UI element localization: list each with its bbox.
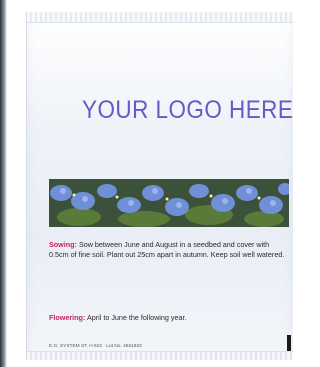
- footer-code: E.G. SYSTEM ST. H 622 · Lot.No. 4561822: [49, 344, 142, 349]
- sowing-text: Sow between June and August in a seedbed…: [49, 240, 285, 260]
- background-edge: [0, 0, 7, 367]
- sowing-label: Sowing:: [49, 240, 77, 249]
- seed-packet-scene: YOUR LOGO HERE Sowing: Sow between June …: [0, 0, 293, 367]
- flower-photo-strip: [49, 179, 289, 227]
- seed-packet: YOUR LOGO HERE Sowing: Sow between June …: [26, 12, 293, 360]
- flowering-info: Flowering: April to June the following y…: [49, 313, 289, 323]
- sowing-instructions: Sowing: Sow between June and August in a…: [49, 240, 289, 260]
- logo-placeholder: YOUR LOGO HERE: [82, 96, 293, 124]
- flowering-label: Flowering:: [49, 313, 86, 322]
- packet-top-seal: [27, 12, 293, 23]
- flowering-text: April to June the following year.: [86, 313, 187, 322]
- packet-bottom-seal: [27, 351, 293, 360]
